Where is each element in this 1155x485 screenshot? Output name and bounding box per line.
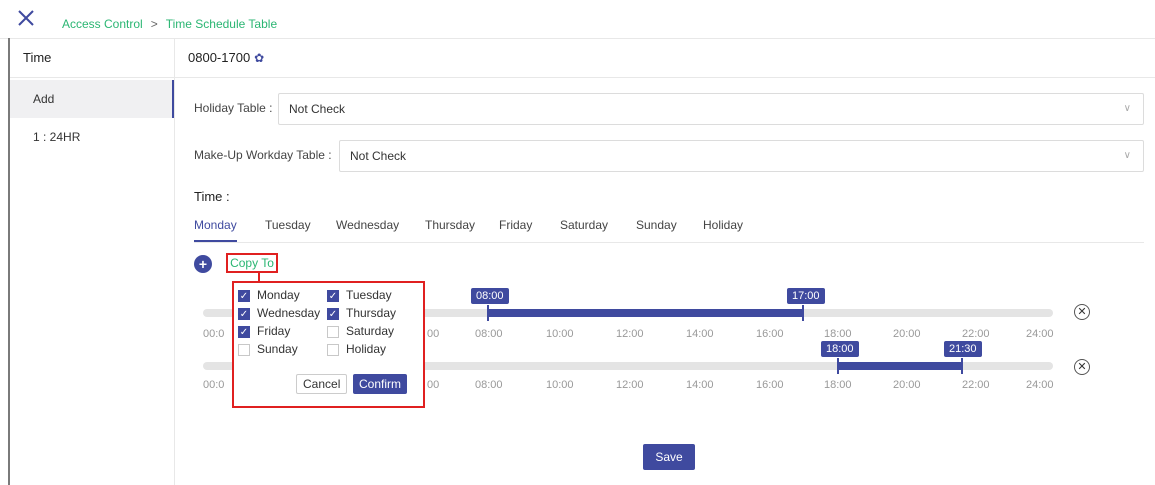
remove-timeslot-button[interactable]: ✕ (1074, 304, 1090, 320)
confirm-button[interactable]: Confirm (353, 374, 408, 394)
tick-label: 14:00 (686, 379, 714, 391)
sidebar-item-24hr[interactable]: 1 : 24HR (10, 118, 174, 156)
save-button[interactable]: Save (643, 444, 695, 470)
tab-thursday[interactable]: Thursday (425, 218, 475, 240)
tick-label: 00:0 (203, 328, 225, 340)
tick-label: 00:0 (203, 379, 225, 391)
copy-day-label: Friday (257, 324, 291, 338)
checkbox-checked[interactable]: ✓ (238, 308, 250, 320)
tick-label: 22:00 (962, 379, 990, 391)
top-bar: Access Control > Time Schedule Table (0, 0, 1155, 39)
schedule-title: 0800-1700 (188, 50, 251, 65)
time-label: Time : (194, 189, 230, 204)
chevron-down-icon: ∨ (1123, 150, 1131, 161)
sidebar-title: Time (10, 38, 174, 78)
day-tabs: Monday Tuesday Wednesday Thursday Friday… (194, 210, 1144, 243)
copy-day-label: Sunday (257, 342, 298, 356)
breadcrumb-root[interactable]: Access Control (62, 17, 143, 31)
range-end-label: 21:30 (944, 341, 982, 357)
holiday-table-label: Holiday Table : (194, 101, 273, 115)
tick-label: 24:00 (1026, 328, 1054, 340)
breadcrumb: Access Control > Time Schedule Table (62, 17, 277, 31)
range-end-handle[interactable] (961, 358, 963, 374)
cancel-button[interactable]: Cancel (296, 374, 348, 394)
sidebar: Time Add 1 : 24HR (10, 38, 175, 485)
tick-label: 00 (427, 379, 440, 391)
holiday-table-select[interactable]: Not Check ∨ (278, 93, 1144, 125)
tab-saturday[interactable]: Saturday (560, 218, 608, 240)
copy-day-label: Holiday (346, 342, 387, 356)
breadcrumb-current: Time Schedule Table (165, 17, 278, 31)
tick-label: 08:00 (475, 379, 503, 391)
tick-label: 20:00 (893, 328, 921, 340)
sidebar-item-add[interactable]: Add (10, 80, 174, 118)
remove-timeslot-button[interactable]: ✕ (1074, 359, 1090, 375)
timeline-range[interactable] (488, 309, 803, 317)
tab-holiday[interactable]: Holiday (703, 218, 743, 240)
tick-label: 18:00 (824, 328, 852, 340)
copy-day-label: Saturday (346, 324, 395, 338)
copy-to-popup: ✓ Monday ✓ Tuesday ✓ Wednesday ✓ Thursda… (232, 281, 425, 408)
tick-label: 10:00 (546, 328, 574, 340)
checkbox-checked[interactable]: ✓ (238, 290, 250, 302)
makeup-workday-select[interactable]: Not Check ∨ (339, 140, 1144, 172)
tick-label: 18:00 (824, 379, 852, 391)
range-start-label: 18:00 (821, 341, 859, 357)
breadcrumb-separator: > (150, 17, 158, 31)
checkbox-unchecked[interactable] (327, 326, 339, 338)
tick-label: 14:00 (686, 328, 714, 340)
tick-label: 00 (427, 328, 440, 340)
copy-day-label: Wednesday (257, 306, 321, 320)
timeline-range[interactable] (838, 362, 962, 370)
range-start-handle[interactable] (837, 358, 839, 374)
add-timeslot-button[interactable]: + (194, 255, 212, 273)
makeup-workday-label: Make-Up Workday Table : (194, 148, 332, 162)
tab-monday[interactable]: Monday (194, 218, 237, 242)
close-icon[interactable] (17, 9, 35, 27)
tick-label: 10:00 (546, 379, 574, 391)
tab-sunday[interactable]: Sunday (636, 218, 677, 240)
holiday-table-value: Not Check (289, 102, 346, 116)
tick-label: 16:00 (756, 328, 784, 340)
range-end-handle[interactable] (802, 305, 804, 321)
tick-label: 08:00 (475, 328, 503, 340)
copy-day-label: Tuesday (346, 288, 392, 302)
tick-label: 12:00 (616, 328, 644, 340)
checkbox-unchecked[interactable] (327, 344, 339, 356)
gear-icon[interactable]: ✿ (254, 39, 264, 78)
copy-day-label: Monday (257, 288, 300, 302)
checkbox-checked[interactable]: ✓ (238, 326, 250, 338)
tab-friday[interactable]: Friday (499, 218, 532, 240)
tick-label: 16:00 (756, 379, 784, 391)
tick-label: 12:00 (616, 379, 644, 391)
tab-tuesday[interactable]: Tuesday (265, 218, 311, 240)
range-start-handle[interactable] (487, 305, 489, 321)
schedule-header: 0800-1700 ✿ (175, 38, 1155, 78)
range-end-label: 17:00 (787, 288, 825, 304)
checkbox-checked[interactable]: ✓ (327, 308, 339, 320)
chevron-down-icon: ∨ (1123, 103, 1131, 114)
copy-to-link[interactable]: Copy To (226, 253, 278, 273)
tick-label: 20:00 (893, 379, 921, 391)
makeup-workday-value: Not Check (350, 149, 407, 163)
tick-label: 24:00 (1026, 379, 1054, 391)
checkbox-checked[interactable]: ✓ (327, 290, 339, 302)
copy-day-label: Thursday (346, 306, 397, 320)
tick-label: 22:00 (962, 328, 990, 340)
checkbox-unchecked[interactable] (238, 344, 250, 356)
tab-wednesday[interactable]: Wednesday (336, 218, 399, 240)
range-start-label: 08:00 (471, 288, 509, 304)
